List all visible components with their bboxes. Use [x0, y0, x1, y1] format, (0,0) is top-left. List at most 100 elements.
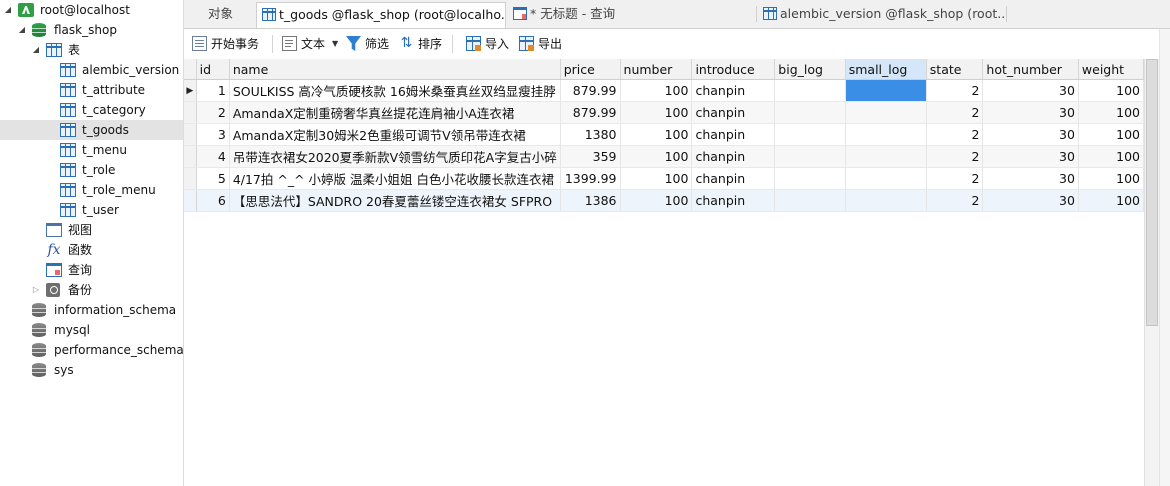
collapse-arrow-icon[interactable]: ◢ — [17, 20, 27, 40]
cell-small-log-selected[interactable] — [845, 79, 927, 102]
cell-hot-number[interactable]: 30 — [982, 101, 1079, 124]
cell-id[interactable]: 1 — [196, 79, 230, 102]
column-header-weight[interactable]: weight — [1078, 59, 1144, 80]
column-header-big-log[interactable]: big_log — [774, 59, 846, 80]
table-node-t-menu[interactable]: t_menu — [0, 140, 183, 160]
cell-small-log[interactable] — [845, 167, 927, 190]
table-node-t-user[interactable]: t_user — [0, 200, 183, 220]
cell-number[interactable]: 100 — [620, 79, 693, 102]
cell-weight[interactable]: 100 — [1078, 123, 1144, 146]
cell-id[interactable]: 6 — [196, 189, 230, 212]
cell-state[interactable]: 2 — [926, 123, 984, 146]
column-header-number[interactable]: number — [620, 59, 693, 80]
column-header-state[interactable]: state — [926, 59, 984, 80]
views-node[interactable]: 视图 — [0, 220, 183, 240]
cell-price[interactable]: 1386 — [560, 189, 621, 212]
table-node-t-category[interactable]: t_category — [0, 100, 183, 120]
backups-node[interactable]: ▷ 备份 — [0, 280, 183, 300]
table-node-t-attribute[interactable]: t_attribute — [0, 80, 183, 100]
column-header-id[interactable]: id — [196, 59, 230, 80]
tab-alembic-version[interactable]: alembic_version @flask_shop (root... — [758, 2, 1004, 28]
vertical-scrollbar[interactable] — [1144, 59, 1159, 486]
cell-state[interactable]: 2 — [926, 101, 984, 124]
text-button[interactable]: 文本 ▼ — [282, 33, 344, 55]
cell-hot-number[interactable]: 30 — [982, 145, 1079, 168]
cell-hot-number[interactable]: 30 — [982, 189, 1079, 212]
cell-introduce[interactable]: chanpin — [691, 79, 776, 102]
cell-number[interactable]: 100 — [620, 123, 693, 146]
functions-node[interactable]: fx 函数 — [0, 240, 183, 260]
cell-weight[interactable]: 100 — [1078, 101, 1144, 124]
column-header-name[interactable]: name — [229, 59, 561, 80]
cell-introduce[interactable]: chanpin — [691, 167, 776, 190]
cell-name[interactable]: 吊带连衣裙女2020夏季新款V领雪纺气质印花A字复古小碎 — [229, 145, 561, 168]
table-row[interactable]: 2 AmandaX定制重磅奢华真丝提花连肩袖小A连衣裙 879.99 100 c… — [184, 101, 1144, 124]
sort-button[interactable]: ⇅ 排序 — [399, 33, 445, 55]
cell-hot-number[interactable]: 30 — [982, 167, 1079, 190]
cell-name[interactable]: 4/17拍 ^_^ 小婷版 温柔小姐姐 白色小花收腰长款连衣裙 — [229, 167, 561, 190]
cell-state[interactable]: 2 — [926, 167, 984, 190]
cell-big-log[interactable] — [774, 145, 846, 168]
cell-small-log[interactable] — [845, 123, 927, 146]
cell-state[interactable]: 2 — [926, 189, 984, 212]
cell-introduce[interactable]: chanpin — [691, 145, 776, 168]
cell-introduce[interactable]: chanpin — [691, 123, 776, 146]
collapse-arrow-icon[interactable]: ◢ — [3, 0, 13, 20]
cell-number[interactable]: 100 — [620, 101, 693, 124]
column-header-price[interactable]: price — [560, 59, 621, 80]
cell-id[interactable]: 2 — [196, 101, 230, 124]
cell-price[interactable]: 879.99 — [560, 101, 621, 124]
cell-hot-number[interactable]: 30 — [982, 79, 1079, 102]
table-node-alembic-version[interactable]: alembic_version — [0, 60, 183, 80]
cell-number[interactable]: 100 — [620, 189, 693, 212]
cell-big-log[interactable] — [774, 123, 846, 146]
database-node-performance-schema[interactable]: performance_schema — [0, 340, 183, 360]
database-node-sys[interactable]: sys — [0, 360, 183, 380]
cell-number[interactable]: 100 — [620, 167, 693, 190]
cell-id[interactable]: 5 — [196, 167, 230, 190]
cell-state[interactable]: 2 — [926, 145, 984, 168]
cell-id[interactable]: 3 — [196, 123, 230, 146]
cell-price[interactable]: 359 — [560, 145, 621, 168]
cell-big-log[interactable] — [774, 189, 846, 212]
cell-big-log[interactable] — [774, 101, 846, 124]
import-button[interactable]: 导入 — [466, 33, 512, 55]
scrollbar-thumb[interactable] — [1146, 59, 1158, 326]
table-node-t-role-menu[interactable]: t_role_menu — [0, 180, 183, 200]
table-node-t-goods[interactable]: t_goods — [0, 120, 183, 140]
cell-small-log[interactable] — [845, 189, 927, 212]
cell-name[interactable]: SOULKISS 高冷气质硬核款 16姆米桑蚕真丝双绉显瘦挂脖 — [229, 79, 561, 102]
cell-weight[interactable]: 100 — [1078, 79, 1144, 102]
table-row[interactable]: 3 AmandaX定制30姆米2色重缎可调节V领吊带连衣裙 1380 100 c… — [184, 123, 1144, 146]
cell-name[interactable]: 【思思法代】SANDRO 20春夏蕾丝镂空连衣裙女 SFPRO — [229, 189, 561, 212]
cell-introduce[interactable]: chanpin — [691, 189, 776, 212]
cell-weight[interactable]: 100 — [1078, 189, 1144, 212]
table-node-t-role[interactable]: t_role — [0, 160, 183, 180]
tab-t-goods[interactable]: t_goods @flask_shop (root@localho... — [256, 2, 506, 28]
column-header-introduce[interactable]: introduce — [691, 59, 776, 80]
column-header-hot-number[interactable]: hot_number — [982, 59, 1079, 80]
cell-weight[interactable]: 100 — [1078, 167, 1144, 190]
tables-group-node[interactable]: ◢ 表 — [0, 40, 183, 60]
cell-name[interactable]: AmandaX定制30姆米2色重缎可调节V领吊带连衣裙 — [229, 123, 561, 146]
export-button[interactable]: 导出 — [519, 33, 565, 55]
cell-small-log[interactable] — [845, 145, 927, 168]
queries-node[interactable]: 查询 — [0, 260, 183, 280]
cell-id[interactable]: 4 — [196, 145, 230, 168]
filter-button[interactable]: 筛选 — [346, 33, 392, 55]
table-row[interactable]: 4 吊带连衣裙女2020夏季新款V领雪纺气质印花A字复古小碎 359 100 c… — [184, 145, 1144, 168]
cell-price[interactable]: 879.99 — [560, 79, 621, 102]
cell-small-log[interactable] — [845, 101, 927, 124]
database-node-flask-shop[interactable]: ◢ flask_shop — [0, 20, 183, 40]
connection-node[interactable]: ◢ root@localhost — [0, 0, 183, 20]
expand-arrow-icon[interactable]: ▷ — [31, 280, 41, 300]
cell-weight[interactable]: 100 — [1078, 145, 1144, 168]
collapse-arrow-icon[interactable]: ◢ — [31, 40, 41, 60]
cell-price[interactable]: 1399.99 — [560, 167, 621, 190]
cell-state[interactable]: 2 — [926, 79, 984, 102]
column-header-small-log[interactable]: small_log — [845, 59, 927, 80]
cell-introduce[interactable]: chanpin — [691, 101, 776, 124]
cell-big-log[interactable] — [774, 167, 846, 190]
cell-number[interactable]: 100 — [620, 145, 693, 168]
cell-name[interactable]: AmandaX定制重磅奢华真丝提花连肩袖小A连衣裙 — [229, 101, 561, 124]
